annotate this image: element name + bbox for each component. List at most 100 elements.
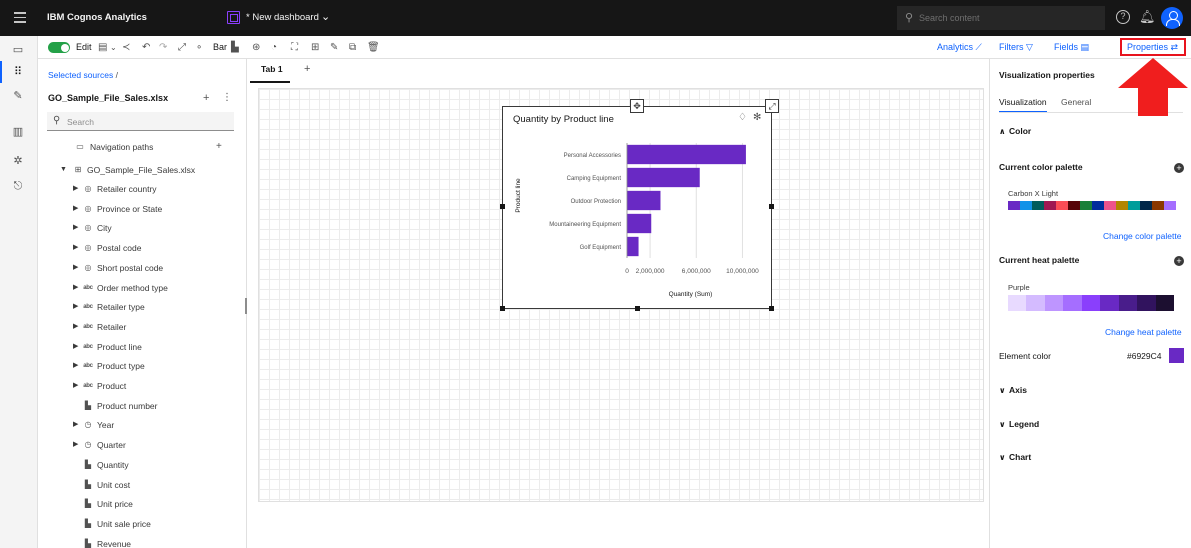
palette-icon[interactable]: ⊛ [252,36,260,59]
chart-widget[interactable]: Quantity by Product line ♢ ✻ Personal Ac… [500,106,774,311]
edit-toggle[interactable] [48,42,70,53]
notification-icon[interactable]: 🔔︎ [1139,9,1156,25]
chevron-down-icon[interactable]: ▼ [60,160,67,180]
source-search-input[interactable] [67,115,227,128]
change-heat-palette-link[interactable]: Change heat palette [1105,327,1182,337]
visualizations-icon[interactable]: ▥ [10,124,26,140]
tab-1[interactable]: Tab 1 [250,62,290,83]
tree-item[interactable]: ▙ Unit cost [38,475,246,495]
color-palette-swatches[interactable] [1008,201,1178,210]
chart-type-label[interactable]: Bar [213,36,227,59]
resize-handle-bottom-right[interactable] [769,306,774,311]
bar-chart-icon[interactable]: ▙ [231,36,239,59]
copy-icon[interactable]: ⧉ [349,36,356,59]
source-search[interactable]: ⚲ [47,112,234,131]
tree-item[interactable]: ▶ abc Product type [38,356,246,376]
add-heat-palette-icon[interactable]: + [1174,256,1184,266]
chevron-right-icon[interactable]: ▶ [73,356,78,376]
tree-item[interactable]: ▙ Quantity [38,455,246,475]
table-icon[interactable]: ⊞ [311,36,319,59]
pin-icon[interactable]: ✎ [330,36,338,59]
tab-general[interactable]: General [1061,97,1091,107]
chevron-right-icon[interactable]: ▶ [73,199,78,219]
breadcrumb[interactable]: Selected sources / [48,70,118,80]
chevron-right-icon[interactable]: ▶ [73,238,78,258]
chevron-right-icon[interactable]: ▶ [73,415,78,435]
add-color-palette-icon[interactable]: + [1174,163,1184,173]
delete-icon[interactable]: 🗑︎ [367,36,380,59]
chevron-right-icon[interactable]: ▶ [73,337,78,357]
data-sources-icon[interactable]: ⠿ [10,64,26,80]
add-tab-icon[interactable]: + [304,63,310,75]
tree-item[interactable]: ▶ ◎ Short postal code [38,258,246,278]
chart-section-header[interactable]: ∨ Chart [999,452,1031,462]
add-source-icon[interactable]: + [203,92,209,104]
save-chevron-icon[interactable]: ⌄ [110,36,117,59]
focus-icon[interactable]: ⛶ [291,36,298,59]
chevron-right-icon[interactable]: ▶ [73,317,78,337]
dashboard-name[interactable]: * New dashboard [246,12,319,23]
properties-button[interactable]: Properties ⇄ [1120,38,1186,56]
resize-handle-bottom-left[interactable] [500,306,505,311]
help-icon[interactable]: ? [1116,10,1130,24]
overflow-menu-icon[interactable]: ⋮ [222,92,232,103]
undo-icon[interactable]: ↶ [142,36,150,59]
chevron-right-icon[interactable]: ▶ [73,376,78,396]
comment-icon[interactable]: ▭ [10,42,26,58]
tree-item[interactable]: ▶ abc Product line [38,337,246,357]
breadcrumb-selected-sources[interactable]: Selected sources [48,70,113,80]
fields-button[interactable]: Fields ▤ [1054,36,1089,59]
tree-item[interactable]: ▶ ◷ Quarter [38,435,246,455]
tree-item-root-file[interactable]: ▼ ⊞ GO_Sample_File_Sales.xlsx [38,160,246,180]
change-color-palette-link[interactable]: Change color palette [1103,231,1181,241]
tree-item[interactable]: ▶ ◎ Province or State [38,199,246,219]
tree-item[interactable]: ▶ abc Order method type [38,278,246,298]
color-section-header[interactable]: ∧ Color [999,126,1031,136]
widgets-icon[interactable]: ✲ [10,153,26,169]
share-icon[interactable]: ≺ [122,36,130,59]
sort-icon[interactable]: ◔ [271,36,277,59]
panel-splitter[interactable] [245,298,247,314]
heat-palette-swatches[interactable] [1008,295,1175,311]
assistant-icon[interactable]: ⎋ [10,178,26,194]
maximize-icon[interactable]: ⤢ [765,99,779,113]
chevron-right-icon[interactable]: ▶ [73,258,78,278]
global-search-input[interactable] [919,11,1099,25]
pin-icon[interactable]: ✎ [10,88,26,104]
resize-handle-right[interactable] [769,204,774,209]
tree-item[interactable]: ▙ Unit price [38,494,246,514]
tree-item[interactable]: ▙ Revenue [38,534,246,548]
analytics-button[interactable]: Analytics ⟋ [937,36,982,59]
tree-item[interactable]: ▶ abc Product [38,376,246,396]
chevron-down-icon[interactable]: ⌄ [321,10,330,23]
element-color-swatch[interactable] [1169,348,1184,363]
tree-item[interactable]: ▙ Product number [38,396,246,416]
axis-section-header[interactable]: ∨ Axis [999,385,1027,395]
legend-section-header[interactable]: ∨ Legend [999,419,1039,429]
tree-item[interactable]: ▙ Unit sale price [38,514,246,534]
resize-handle-left[interactable] [500,204,505,209]
filters-button[interactable]: Filters ▽ [999,36,1033,59]
chevron-right-icon[interactable]: ▶ [73,218,78,238]
tree-item[interactable]: ▶ ◷ Year [38,415,246,435]
add-navigation-path-icon[interactable]: + [216,137,222,157]
menu-icon[interactable] [14,12,26,23]
chevron-right-icon[interactable]: ▶ [73,179,78,199]
save-icon[interactable]: ▤ [98,36,107,59]
chevron-right-icon[interactable]: ▶ [73,297,78,317]
tree-item[interactable]: ▶ ◎ City [38,218,246,238]
source-file-title[interactable]: GO_Sample_File_Sales.xlsx [48,93,168,103]
global-search[interactable]: ⚲ [897,6,1105,30]
chevron-right-icon[interactable]: ▶ [73,278,78,298]
tree-item-navigation-paths[interactable]: ▭ Navigation paths + [38,137,246,157]
move-handle-icon[interactable]: ✥ [630,99,644,113]
user-avatar[interactable] [1161,7,1183,29]
redo-icon[interactable]: ↷ [159,36,167,59]
tree-item[interactable]: ▶ ◎ Retailer country [38,179,246,199]
tree-item[interactable]: ▶ ◎ Postal code [38,238,246,258]
chevron-right-icon[interactable]: ▶ [73,435,78,455]
tab-visualization[interactable]: Visualization [999,97,1047,113]
resize-handle-bottom[interactable] [635,306,640,311]
tree-item[interactable]: ▶ abc Retailer [38,317,246,337]
tree-item[interactable]: ▶ abc Retailer type [38,297,246,317]
